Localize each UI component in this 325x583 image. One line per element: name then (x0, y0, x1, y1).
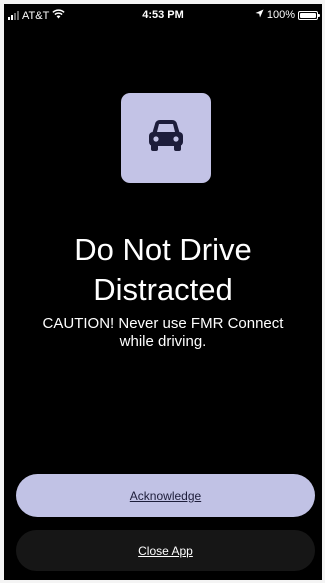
acknowledge-button[interactable]: Acknowledge (16, 474, 315, 517)
status-bar: AT&T 4:53 PM 100% (4, 4, 322, 26)
caution-line-1: CAUTION! Never use FMR Connect (42, 315, 284, 332)
car-icon (146, 118, 186, 159)
title-line-2: Distracted (93, 272, 233, 307)
location-arrow-icon (255, 9, 264, 21)
caution-message: CAUTION! Never use FMR Connect while dri… (24, 315, 302, 351)
car-icon-tile (121, 93, 211, 183)
status-bar-right: 100% (255, 9, 320, 21)
battery-percent: 100% (266, 9, 295, 21)
app-screen: AT&T 4:53 PM 100% Do Not Drive Distracte… (4, 4, 322, 580)
title-line-1: Do Not Drive (74, 232, 252, 267)
close-app-button[interactable]: Close App (16, 530, 315, 571)
caution-line-2: while driving. (119, 333, 207, 350)
battery-icon (298, 10, 320, 20)
battery-fill (300, 12, 316, 18)
page-title: Do Not Drive Distracted (4, 230, 322, 310)
